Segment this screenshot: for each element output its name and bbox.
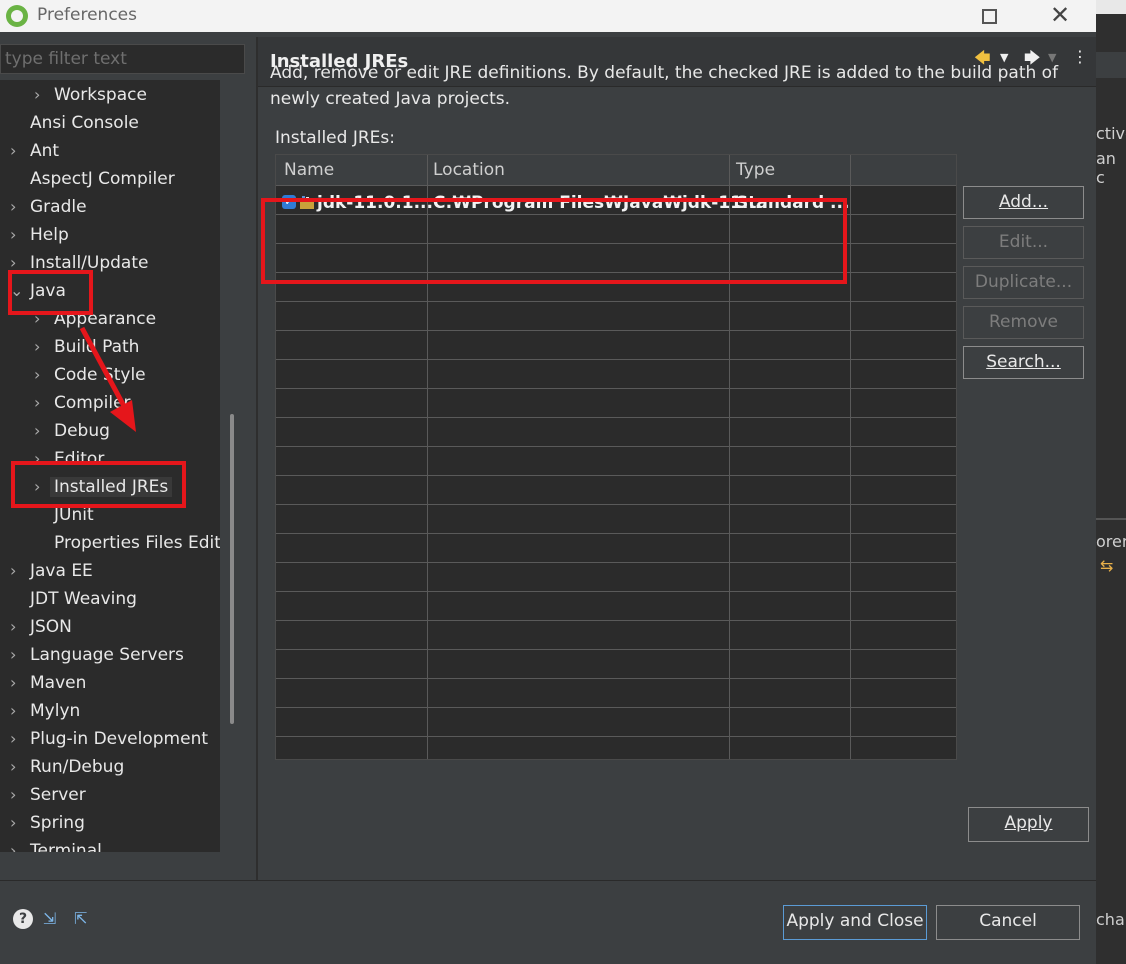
annotation-arrow [79, 326, 136, 432]
